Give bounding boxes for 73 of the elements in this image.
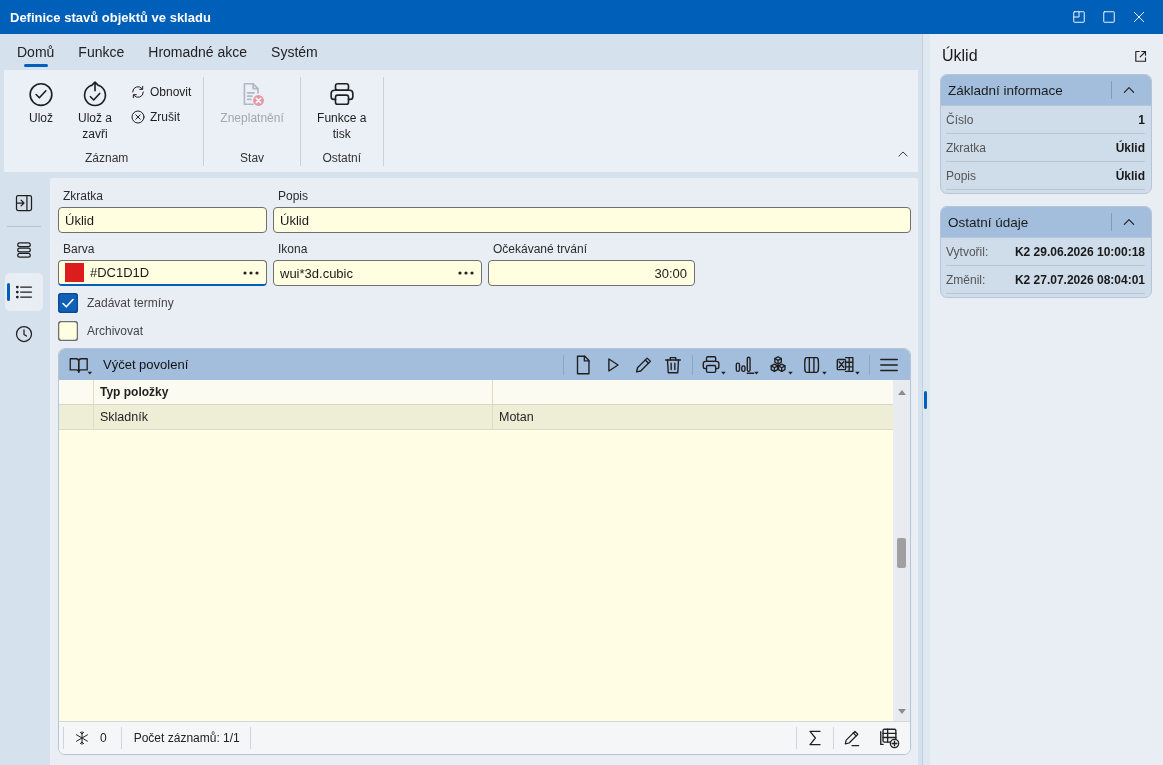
column-header[interactable]: Typ položky [100,385,169,399]
check-circle-icon [28,81,54,107]
field-label: Očekávané trvání [492,241,589,258]
group-label: Ostatní [322,150,362,166]
ribbon-tab[interactable]: Domů [5,34,67,70]
clock-icon [14,324,34,344]
table-cell: Skladník [100,410,148,424]
field-label: Číslo [946,112,974,127]
ribbon-tab[interactable]: Systém [259,34,330,70]
field-label: Barva [62,241,96,258]
more-icon[interactable] [243,270,259,275]
refresh-icon [130,83,146,100]
field-label: Ikona [277,241,309,258]
section-header[interactable]: Ostatní údaje [941,207,1151,238]
field-label: Změnil: [946,272,986,287]
asterisk-icon[interactable] [74,730,90,746]
scrollbar[interactable] [893,380,910,721]
table-row[interactable]: Skladník Motan [59,405,893,430]
table-cell: Motan [499,410,534,424]
save-button[interactable]: Ulož [22,81,60,126]
save-close-button[interactable]: Ulož a zavři [64,81,126,142]
record-count: Počet záznamů: 1/1 [133,731,240,745]
checkbox[interactable] [58,293,78,313]
field-label: Popis [946,168,977,183]
splitter-handle[interactable] [924,390,927,409]
cubes-icon[interactable] [768,353,794,376]
field-label: Zkratka [62,188,104,205]
sidebar-button[interactable] [5,273,43,311]
circle-arrow-check-icon [82,81,108,107]
input-field[interactable]: #DC1D1D [58,260,267,286]
ribbon-tab[interactable]: Hromadné akce [136,34,260,70]
section-title: Základní informace [948,82,1064,98]
refresh-button[interactable]: Obnovit [130,82,192,101]
field-value: Úklid [1115,140,1145,155]
input-field[interactable]: Úklid [58,207,267,233]
field-value: Úklid [1115,168,1145,183]
checkbox[interactable] [58,321,78,341]
field-value: 1 [1138,112,1145,127]
maximize-icon[interactable] [1102,10,1116,24]
printer-icon [328,81,355,107]
add-table-icon[interactable] [878,727,900,749]
print-button[interactable]: Funkce a tisk [310,81,373,142]
field-value: K2 29.06.2026 10:00:18 [1014,244,1145,259]
input-field[interactable]: Úklid [273,207,911,233]
count-text: 0 [100,731,107,745]
field-label: Popis [277,188,310,205]
ribbon-tab[interactable]: Funkce [66,34,137,70]
more-icon[interactable] [458,271,474,275]
cancel-button[interactable]: Zrušit [130,107,192,126]
window-layout-icon[interactable] [1072,10,1086,24]
checkbox-label: Zadávat termíny [87,296,174,310]
group-label: Záznam [85,150,129,166]
field-value: K2 27.07.2026 08:04:01 [1014,272,1145,287]
checkbox-label: Archivovat [87,324,144,338]
group-label: Stav [240,150,265,166]
scroll-thumb[interactable] [897,538,906,568]
printer-icon[interactable] [700,353,727,376]
input-field[interactable]: wui*3d.cubic [273,260,482,286]
section-title: Ostatní údaje [948,214,1030,230]
input-field[interactable]: 30:00 [488,260,695,286]
field-label: Zkratka [946,140,986,155]
pencil-icon[interactable] [842,728,862,748]
stack-icon [14,240,34,260]
external-link-icon[interactable] [1133,48,1148,64]
grid-title: Výčet povolení [103,357,189,372]
section-header[interactable]: Základní informace [941,75,1151,106]
window-title: Definice stavů objektů ve skladu [10,9,212,25]
scroll-down-icon[interactable] [896,708,907,716]
field-label: Vytvořil: [946,244,989,259]
scroll-up-icon[interactable] [896,388,907,396]
close-icon[interactable] [1132,10,1146,24]
circle-x-icon [130,108,146,125]
panel-title: Úklid [942,47,978,65]
